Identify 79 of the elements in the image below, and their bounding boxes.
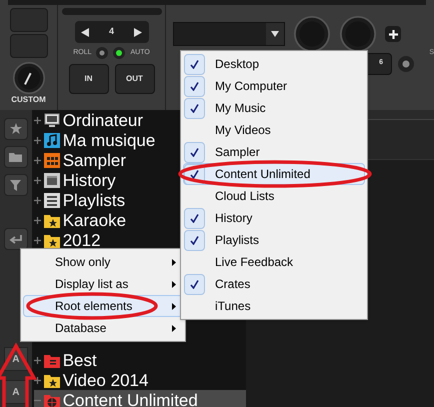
tree-item[interactable]: Playlists — [34, 190, 130, 210]
expand-icon[interactable] — [34, 216, 41, 224]
submenu-arrow-icon — [172, 280, 176, 288]
folder-add-button[interactable] — [4, 146, 28, 168]
led-icon[interactable] — [398, 56, 414, 72]
tree-item[interactable]: Sampler — [34, 150, 130, 170]
menu-item[interactable]: Sampler — [183, 141, 365, 163]
expand-icon[interactable] — [34, 116, 41, 124]
star-folder-icon — [44, 212, 60, 228]
tree-item[interactable]: Content Unlimited — [34, 390, 246, 407]
expand-icon[interactable] — [34, 196, 41, 204]
check-icon — [190, 82, 199, 90]
submenu-arrow-icon — [172, 258, 176, 266]
folder-icon — [9, 152, 22, 162]
star-folder-icon — [44, 232, 60, 248]
tree-item[interactable]: Ordinateur — [34, 110, 148, 130]
check-icon — [190, 214, 199, 222]
plus-icon — [388, 30, 398, 39]
check-icon — [190, 104, 199, 112]
star-folder-icon — [44, 372, 60, 388]
grid-icon — [44, 152, 60, 168]
check-icon — [190, 60, 199, 68]
knob-icon[interactable] — [339, 16, 377, 52]
filter-button[interactable] — [4, 174, 28, 196]
dropdown-arrow-icon — [271, 31, 279, 38]
auto-led-icon[interactable] — [113, 47, 126, 59]
tree-item[interactable]: History — [34, 170, 120, 190]
back-button[interactable] — [4, 228, 28, 250]
loop-stepper[interactable]: 4 — [74, 21, 148, 43]
menu-item[interactable]: Display list as — [23, 273, 183, 295]
expand-icon[interactable] — [34, 376, 41, 384]
right-arrow-icon[interactable] — [134, 28, 142, 36]
knob-icon[interactable] — [12, 62, 44, 94]
knob-icon[interactable] — [293, 16, 331, 52]
expand-icon[interactable] — [34, 156, 41, 164]
menu-item[interactable]: My Videos — [183, 119, 365, 141]
menu-item[interactable]: Desktop — [183, 53, 365, 75]
knob-label: CUSTOM — [11, 96, 46, 104]
left-arrow-icon[interactable] — [80, 28, 88, 36]
menu-item[interactable]: My Computer — [183, 75, 365, 97]
menu-item[interactable]: Database — [23, 317, 183, 339]
expand-icon[interactable] — [34, 176, 41, 184]
tree-item[interactable]: Best — [34, 350, 101, 370]
menu-item[interactable]: History — [183, 207, 365, 229]
tree-item[interactable]: 2012 — [34, 230, 105, 250]
in-button[interactable]: IN — [68, 64, 108, 94]
return-arrow-icon — [9, 234, 22, 244]
tree-item[interactable]: Video 2014 — [34, 370, 152, 390]
globe-folder-icon — [44, 392, 60, 407]
menu-item[interactable]: Cloud Lists — [183, 185, 365, 207]
tree-item[interactable]: Karaoke — [34, 210, 130, 230]
expand-icon[interactable] — [34, 356, 41, 364]
menu-item[interactable]: Playlists — [183, 229, 365, 251]
menu-item[interactable]: Live Feedback — [183, 251, 365, 273]
star-icon — [10, 123, 22, 135]
check-icon — [190, 170, 199, 178]
expand-icon[interactable] — [34, 236, 41, 244]
submenu-arrow-icon — [172, 324, 176, 332]
filter-icon — [10, 180, 22, 190]
loop-value: 4 — [108, 25, 114, 38]
menu-item[interactable]: iTunes — [183, 295, 365, 317]
star-add-button[interactable] — [4, 118, 28, 140]
add-button[interactable] — [385, 26, 401, 42]
computer-icon — [44, 112, 60, 128]
check-icon — [190, 148, 199, 156]
roll-led-icon[interactable] — [96, 47, 108, 59]
check-icon — [190, 280, 199, 288]
tree-item[interactable]: Ma musique — [34, 130, 160, 150]
check-icon — [190, 236, 199, 244]
music-note-icon — [44, 132, 60, 148]
calendar-icon — [44, 172, 60, 188]
menu-item[interactable]: Show only — [23, 251, 183, 273]
menu-item[interactable]: My Music — [183, 97, 365, 119]
menu-item[interactable]: Crates — [183, 273, 365, 295]
list-folder-icon — [44, 352, 60, 368]
expand-icon[interactable] — [34, 136, 41, 144]
out-button[interactable]: OUT — [114, 64, 154, 94]
submenu-arrow-icon — [172, 302, 176, 310]
list-icon — [44, 192, 60, 208]
